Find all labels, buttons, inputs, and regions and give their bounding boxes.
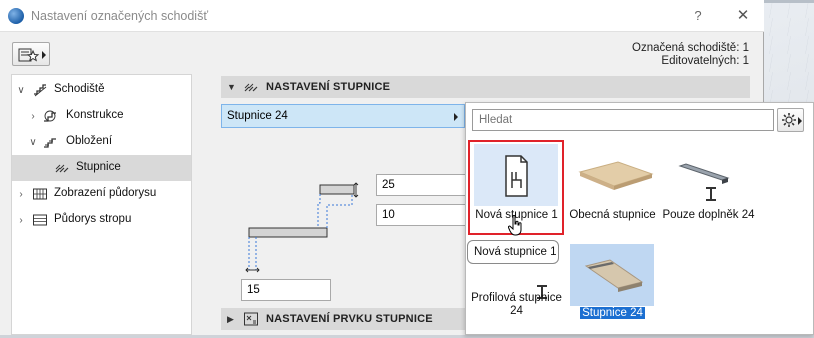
tree-item-structure[interactable]: › Konstrukce xyxy=(12,103,191,129)
floorplan-display-icon xyxy=(33,188,47,200)
tile-label: Stupnice 24 xyxy=(580,307,645,319)
chevron-right-icon[interactable]: › xyxy=(16,215,26,226)
tread-icon xyxy=(55,164,69,173)
tile-label: Profilová stupnice 24 xyxy=(471,292,562,317)
favorites-button[interactable] xyxy=(12,42,50,66)
section-title: NASTAVENÍ STUPNICE xyxy=(266,81,391,93)
tread-thickness-input[interactable] xyxy=(376,204,468,226)
expand-arrow-icon[interactable]: ▶ xyxy=(227,314,234,325)
dropdown-arrow-icon xyxy=(798,117,802,125)
favorites-star-icon xyxy=(18,48,40,62)
tree-item-stairs[interactable]: ∨ Schodiště xyxy=(12,77,191,103)
dropdown-arrow-icon xyxy=(454,113,458,121)
tread-type-value: Stupnice 24 xyxy=(227,110,288,122)
picker-settings-button[interactable] xyxy=(777,108,804,132)
nosing-profile-thumbnail xyxy=(678,163,730,201)
tree-item-label: Půdorys stropu xyxy=(54,213,132,225)
stair-icon xyxy=(34,84,47,97)
tile-tread-24[interactable]: Stupnice 24 xyxy=(564,240,661,338)
selected-count: Označená schodiště: 1 xyxy=(632,42,749,54)
settings-tree: ∨ Schodiště › Konstrukce ∨ Obložení Stup… xyxy=(11,74,192,335)
tread-nosing-input[interactable] xyxy=(376,174,468,196)
collapse-arrow-icon[interactable]: ▼ xyxy=(227,82,236,92)
chevron-right-icon[interactable]: › xyxy=(28,111,38,122)
section-header-tread-settings[interactable]: ▼ NASTAVENÍ STUPNICE xyxy=(221,76,750,98)
tree-item-label: Zobrazení půdorysu xyxy=(54,187,157,199)
tread-type-select[interactable]: Stupnice 24 xyxy=(221,104,465,128)
selection-info: Označená schodiště: 1 Editovatelných: 1 xyxy=(632,42,749,68)
close-button[interactable]: ✕ xyxy=(734,6,752,26)
tree-item-label: Schodiště xyxy=(54,83,105,95)
tile-label: Obecná stupnice xyxy=(569,209,656,221)
mouse-cursor-icon xyxy=(508,215,522,236)
tile-nosing-only[interactable]: Pouze doplněk 24 xyxy=(660,140,757,238)
title-bar[interactable]: Nastavení označených schodišť ? ✕ xyxy=(0,0,764,32)
tree-item-label: Konstrukce xyxy=(66,109,124,121)
chevron-down-icon[interactable]: ∨ xyxy=(28,137,38,148)
tread-offset-input[interactable] xyxy=(241,279,331,301)
chevron-down-icon[interactable]: ∨ xyxy=(16,85,26,96)
tree-item-floorplan-display[interactable]: › Zobrazení půdorysu xyxy=(12,181,191,207)
tread-icon xyxy=(244,83,258,92)
dropdown-arrow-icon xyxy=(42,51,46,59)
structure-icon xyxy=(44,110,56,122)
window-title: Nastavení označených schodišť xyxy=(31,9,209,23)
editable-count: Editovatelných: 1 xyxy=(661,55,749,67)
ceiling-plan-icon xyxy=(33,214,47,226)
tile-label: Pouze doplněk 24 xyxy=(662,209,755,221)
tree-item-finish[interactable]: ∨ Obložení xyxy=(12,129,191,155)
tree-item-label: Obložení xyxy=(66,135,113,147)
gear-icon xyxy=(782,113,796,127)
tree-item-label: Stupnice xyxy=(76,161,121,173)
tree-item-ceiling-plan[interactable]: › Půdorys stropu xyxy=(12,207,191,233)
tree-item-treads[interactable]: Stupnice xyxy=(12,155,191,181)
tread-component-icon xyxy=(244,312,258,326)
finish-icon xyxy=(44,138,56,148)
archicad-logo-icon xyxy=(8,8,24,24)
tread-24-thumbnail xyxy=(570,244,654,306)
tooltip: Nová stupnice 1 xyxy=(467,240,559,264)
tread-profile-diagram xyxy=(245,182,359,273)
wood-tread-thumbnail xyxy=(578,161,654,190)
search-input[interactable] xyxy=(472,109,774,131)
chevron-right-icon[interactable]: › xyxy=(16,189,26,200)
section-title: NASTAVENÍ PRVKU STUPNICE xyxy=(266,313,433,325)
tile-generic-tread[interactable]: Obecná stupnice xyxy=(564,140,661,238)
help-button[interactable]: ? xyxy=(689,6,707,26)
